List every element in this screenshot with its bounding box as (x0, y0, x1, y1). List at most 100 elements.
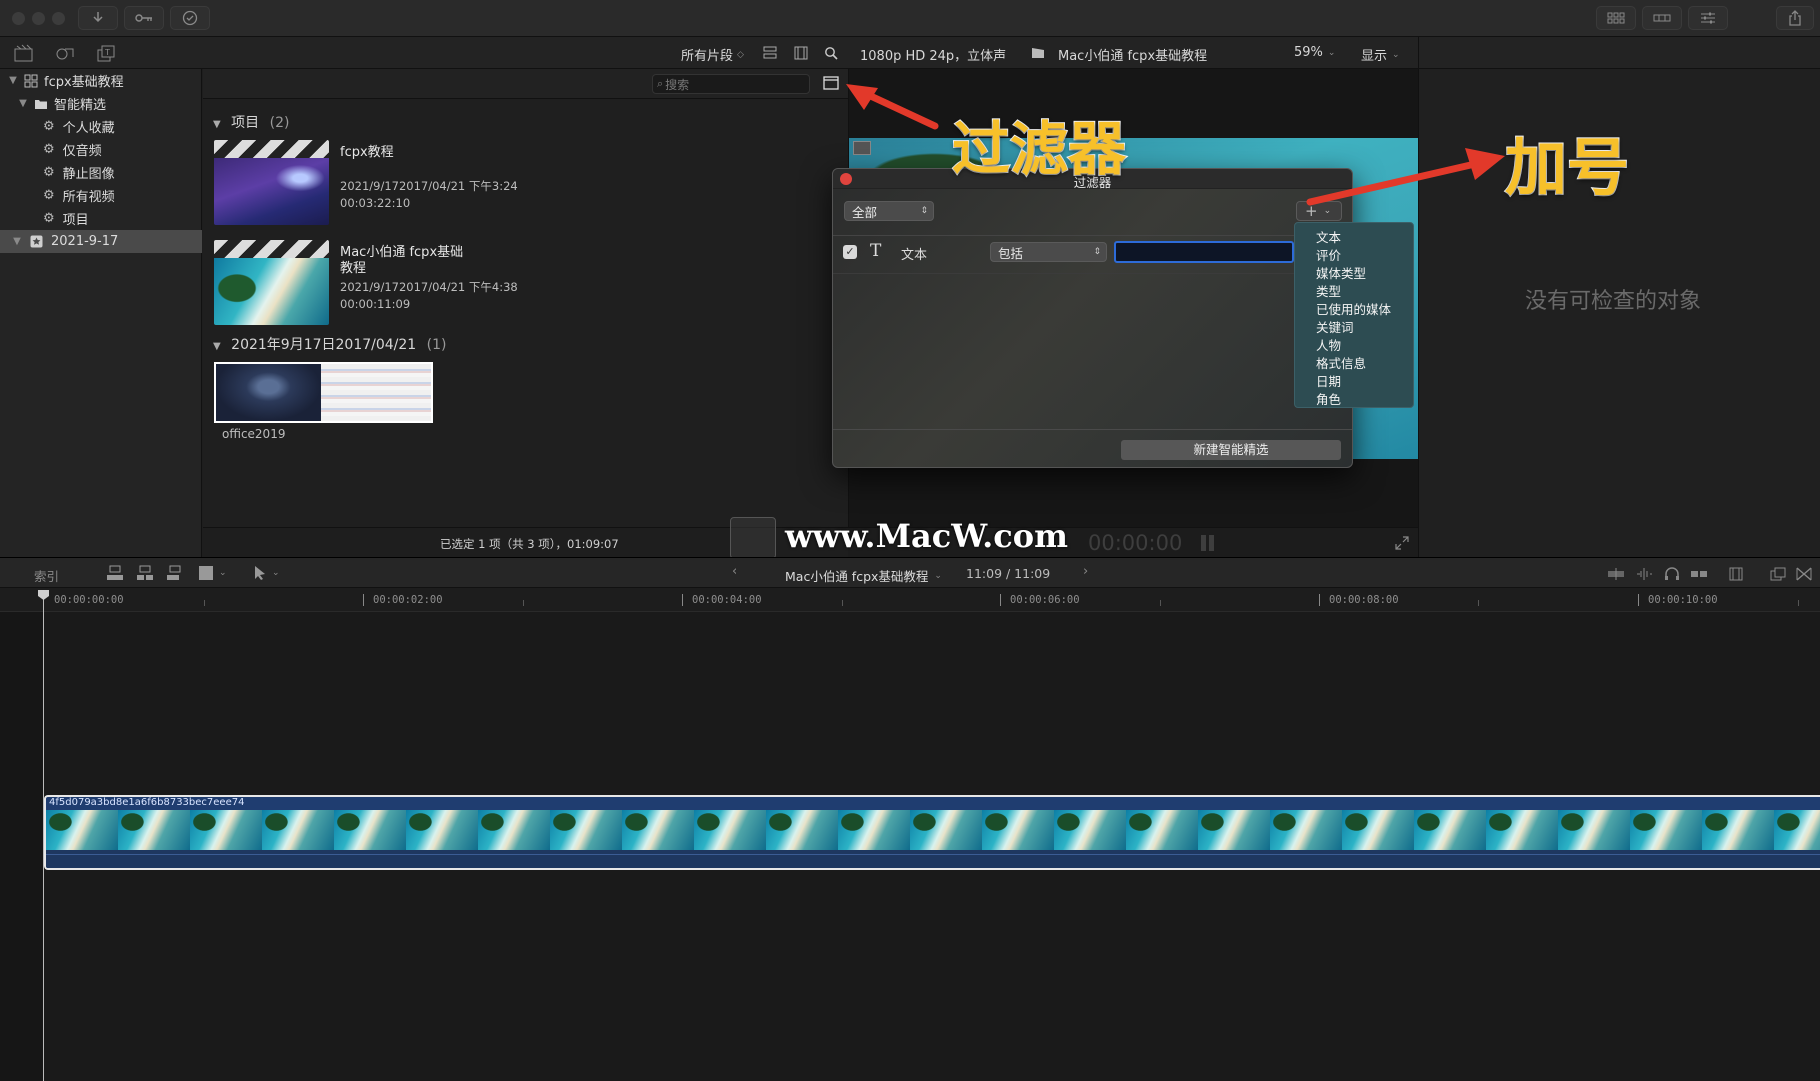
transitions-browser-button[interactable] (1796, 567, 1812, 581)
library-row[interactable]: ▼ fcpx基础教程 (0, 69, 202, 92)
timeline-duration: 11:09 / 11:09 (966, 566, 1051, 581)
event-section-header[interactable]: ▼ 2021年9月17日2017/04/21 (1) (213, 334, 447, 354)
import-button[interactable] (78, 6, 118, 30)
search-toggle-button[interactable] (824, 46, 838, 60)
keyword-button[interactable] (124, 6, 164, 30)
section-title: 2021年9月17日2017/04/21 (231, 337, 417, 353)
disclosure-triangle-icon[interactable]: ▼ (10, 236, 24, 247)
sidebar-item-favorites[interactable]: ⚙ 个人收藏 (0, 115, 202, 138)
event-clip-thumbnail[interactable] (214, 362, 433, 423)
project-duration: 00:03:22:10 (340, 196, 411, 210)
clapperboard-icon (214, 240, 329, 258)
tool-select-dropdown[interactable]: ⌄ (254, 565, 280, 580)
fullscreen-button[interactable] (1395, 536, 1409, 550)
sidebar-item-stills[interactable]: ⚙ 静止图像 (0, 161, 202, 184)
snapping-button[interactable] (1690, 567, 1708, 581)
effects-browser-button[interactable] (1770, 567, 1786, 581)
history-back-button[interactable]: ‹ (732, 564, 737, 579)
titles-generators-icon[interactable]: T (96, 44, 116, 62)
menu-item-format-info[interactable]: 格式信息 (1316, 353, 1366, 372)
thumbnail-frame (216, 364, 321, 421)
filter-button[interactable] (823, 76, 839, 90)
libraries-icon[interactable] (14, 44, 34, 62)
playhead[interactable] (43, 590, 44, 1081)
clip-appearance-button[interactable] (763, 46, 777, 60)
video-skimming-button[interactable] (1607, 567, 1625, 581)
play-button[interactable] (1200, 533, 1216, 553)
project-date: 2021/9/172017/04/21 下午4:38 (340, 280, 518, 294)
clip-filmstrip (46, 810, 1820, 850)
chevron-down-icon: ⌄ (934, 570, 942, 581)
timeline-clip[interactable]: 4f5d079a3bd8e1a6f6b8733bec7eee74 (44, 795, 1820, 870)
menu-item-rating[interactable]: 评价 (1316, 245, 1341, 264)
filmstrip-icon (1729, 567, 1743, 581)
filmstrip-icon (794, 46, 808, 60)
viewer-format-info: 1080p HD 24p，立体声 (860, 49, 1007, 64)
connect-clip-button[interactable] (106, 565, 124, 581)
workspace-layout-button[interactable] (1642, 6, 1682, 30)
disclosure-triangle-icon[interactable]: ▼ (6, 75, 20, 86)
event-star-icon (30, 235, 43, 248)
libraries-sidebar: ▼ fcpx基础教程 ▼ 智能精选 ⚙ 个人收藏 ⚙ 仅音频 ⚙ 静止图像 ⚙ … (0, 69, 202, 557)
background-tasks-button[interactable] (170, 6, 210, 30)
filmstrip-view-button[interactable] (794, 46, 808, 60)
timeline-left-strip (0, 612, 43, 1081)
menu-item-keywords[interactable]: 关键词 (1316, 317, 1354, 336)
overwrite-clip-button[interactable]: ⌄ (198, 565, 227, 581)
match-scope-popup[interactable]: 全部 ⇕ (844, 201, 934, 221)
close-window-button[interactable] (12, 12, 25, 25)
sidebar-event-row[interactable]: ▼ 2021-9-17 (0, 230, 202, 253)
rule-operator-popup[interactable]: 包括 ⇕ (990, 242, 1107, 262)
history-forward-button[interactable]: › (1083, 564, 1088, 579)
share-button[interactable] (1776, 6, 1814, 30)
chevron-right-icon: › (1083, 564, 1089, 579)
ruler-label: 00:00:00:00 (54, 594, 124, 606)
smart-folder-row[interactable]: ▼ 智能精选 (0, 92, 202, 115)
project-thumbnail[interactable] (214, 240, 329, 325)
zoom-dropdown[interactable]: 59% ⌄ (1294, 45, 1335, 60)
menu-item-media-type[interactable]: 媒体类型 (1316, 263, 1366, 282)
append-clip-button[interactable] (166, 565, 184, 581)
menu-item-text[interactable]: 文本 (1316, 227, 1341, 246)
sidebar-item-all-video[interactable]: ⚙ 所有视频 (0, 184, 202, 207)
view-options-label: 显示 (1361, 49, 1388, 64)
thumbnail-image (214, 258, 329, 325)
viewer-project-name: Mac小伯通 fcpx基础教程 (1058, 49, 1208, 64)
ruler-label: 00:00:06:00 (1010, 594, 1080, 606)
menu-item-people[interactable]: 人物 (1316, 335, 1341, 354)
project-title: fcpx教程 (340, 145, 394, 160)
inspector-toggle-button[interactable] (1688, 6, 1728, 30)
workspace-grid-button[interactable] (1596, 6, 1636, 30)
menu-item-type[interactable]: 类型 (1316, 281, 1341, 300)
photos-audio-icon[interactable] (55, 44, 75, 62)
grid-view-icon (1607, 12, 1625, 24)
menu-item-date[interactable]: 日期 (1316, 371, 1341, 390)
menu-item-roles[interactable]: 角色 (1316, 389, 1341, 408)
timeline-toolbar: 索引 ⌄ ⌄ ‹ Mac小伯通 fcpx基础教程 ⌄ 11:09 / 11:09… (0, 557, 1820, 588)
share-icon (1789, 10, 1801, 26)
rule-enabled-checkbox[interactable]: ✓ (843, 245, 857, 259)
sidebar-item-audio-only[interactable]: ⚙ 仅音频 (0, 138, 202, 161)
timeline-project-menu[interactable]: Mac小伯通 fcpx基础教程 ⌄ (785, 566, 942, 585)
view-options-dropdown[interactable]: 显示 ⌄ (1361, 45, 1400, 64)
insert-clip-button[interactable] (136, 565, 154, 581)
solo-button[interactable] (1664, 567, 1680, 581)
sidebar-item-label: 所有视频 (62, 190, 115, 205)
clip-filter-dropdown[interactable]: 所有片段 ◇ (681, 45, 744, 64)
timeline-ruler[interactable]: 00:00:00:00 00:00:02:00 00:00:04:00 00:0… (0, 588, 1820, 612)
disclosure-triangle-icon[interactable]: ▼ (16, 98, 30, 109)
rule-type-label: 文本 (901, 248, 928, 263)
section-count: (1) (426, 337, 447, 353)
audio-skimming-button[interactable] (1635, 567, 1653, 581)
zoom-window-button[interactable] (52, 12, 65, 25)
projects-section-header[interactable]: ▼ 项目 (2) (213, 112, 289, 132)
new-smart-collection-button[interactable]: 新建智能精选 (1121, 440, 1341, 460)
menu-item-used-media[interactable]: 已使用的媒体 (1316, 299, 1391, 318)
project-thumbnail[interactable] (214, 140, 329, 225)
sidebar-item-projects[interactable]: ⚙ 项目 (0, 207, 202, 230)
search-input[interactable]: ⌕ 搜索 (652, 74, 810, 94)
timeline-index-button[interactable]: 索引 (34, 566, 59, 585)
clip-appearance-timeline-button[interactable] (1728, 567, 1744, 581)
minimize-window-button[interactable] (32, 12, 45, 25)
rule-text-field[interactable] (1114, 241, 1294, 263)
